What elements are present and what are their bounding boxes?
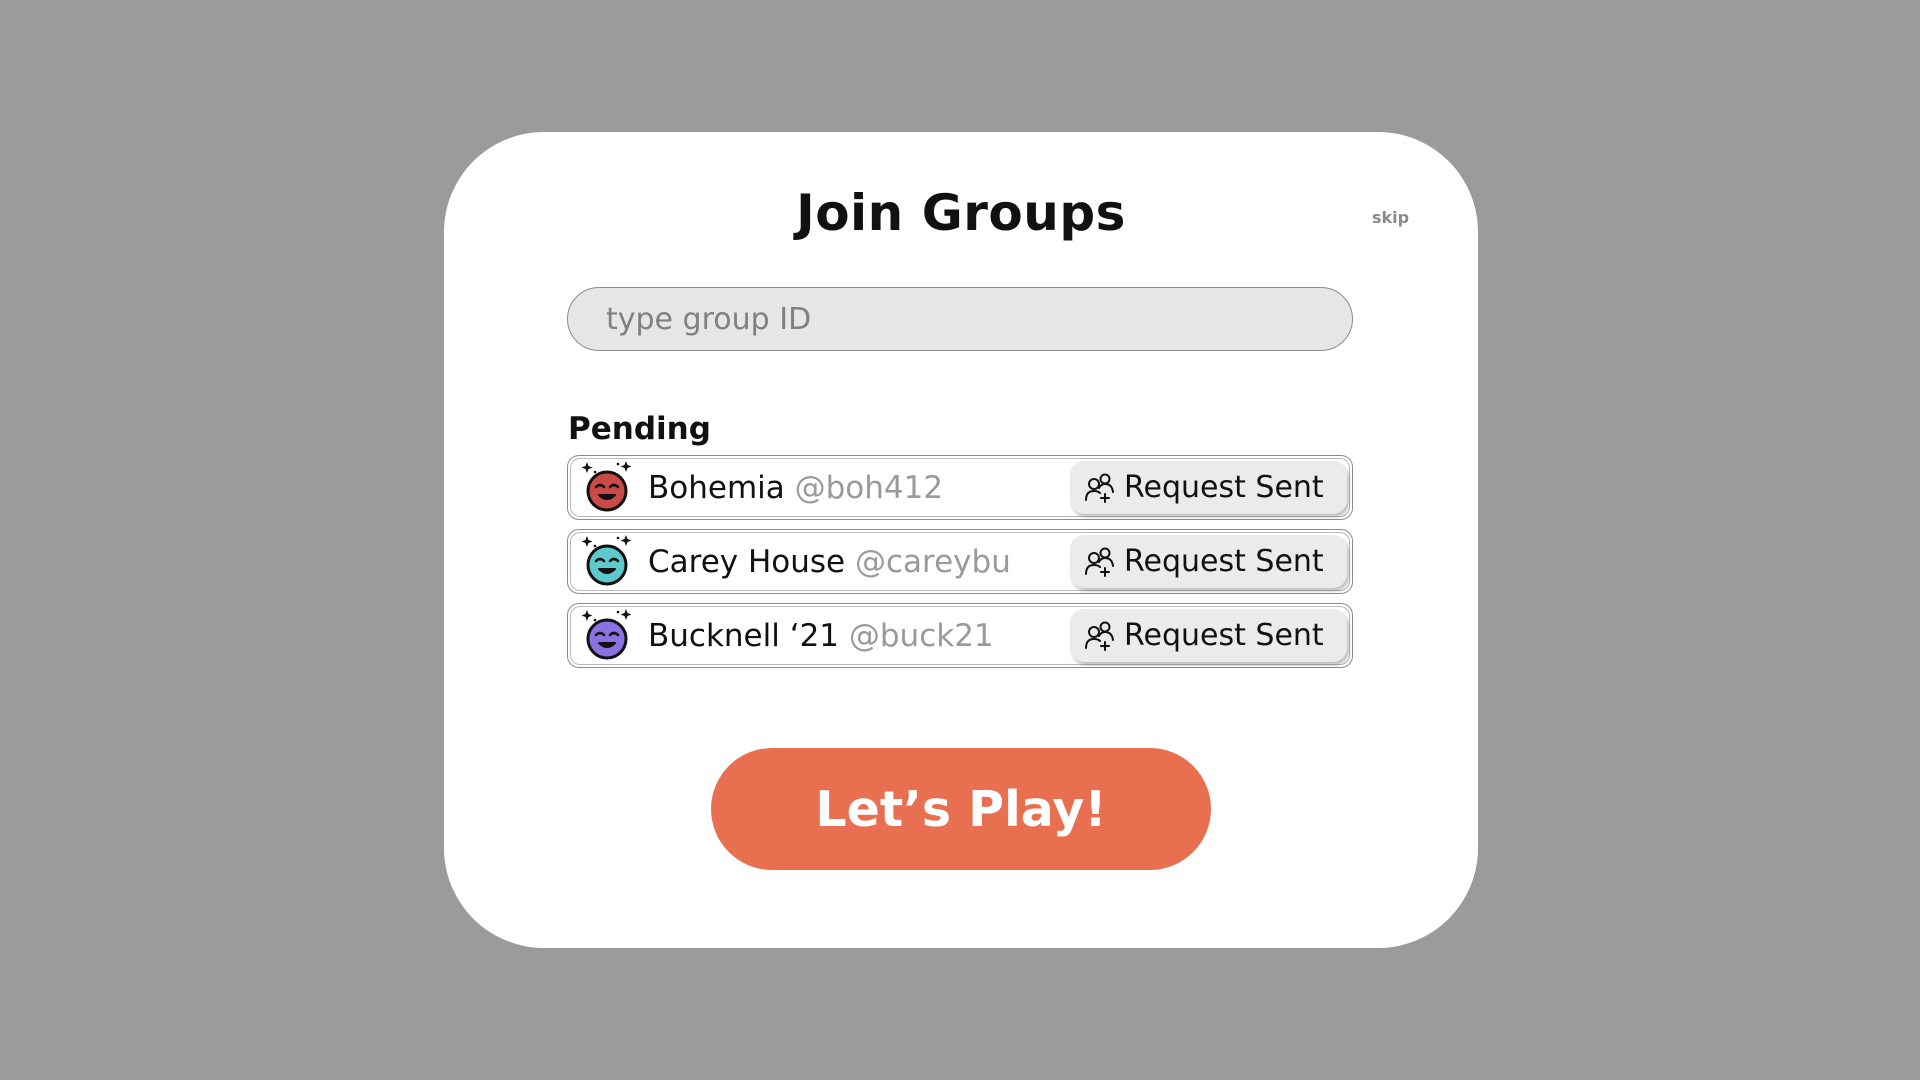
list-item: Bohemia @boh412 Request Sent	[567, 455, 1353, 520]
sparkle-smiley-icon	[581, 609, 632, 660]
request-status-label: Request Sent	[1124, 544, 1324, 579]
pending-heading: Pending	[568, 411, 711, 447]
group-handle: @boh412	[794, 470, 944, 506]
lets-play-button[interactable]: Let’s Play!	[711, 748, 1211, 870]
group-name: Bucknell ‘21	[648, 618, 840, 654]
add-user-icon	[1085, 473, 1114, 503]
pending-list: Bohemia @boh412 Request Sent Carey House…	[567, 455, 1353, 677]
request-status-label: Request Sent	[1124, 470, 1324, 505]
request-sent-button[interactable]: Request Sent	[1070, 461, 1347, 514]
skip-link[interactable]: skip	[1372, 208, 1409, 227]
request-sent-button[interactable]: Request Sent	[1070, 609, 1347, 662]
request-sent-button[interactable]: Request Sent	[1070, 535, 1347, 588]
join-groups-modal: Join Groups skip Pending Bohemia @boh412	[444, 132, 1478, 948]
request-status-label: Request Sent	[1124, 618, 1324, 653]
page-title: Join Groups	[796, 184, 1126, 242]
list-item: Carey House @careybu Request Sent	[567, 529, 1353, 594]
list-item: Bucknell ‘21 @buck21 Request Sent	[567, 603, 1353, 668]
add-user-icon	[1085, 621, 1114, 651]
group-name: Carey House	[648, 544, 846, 580]
group-id-input[interactable]	[567, 287, 1353, 351]
group-name: Bohemia	[648, 470, 785, 506]
sparkle-smiley-icon	[581, 461, 632, 512]
group-handle: @careybu	[855, 544, 1011, 580]
group-handle: @buck21	[848, 618, 994, 654]
add-user-icon	[1085, 547, 1114, 577]
sparkle-smiley-icon	[581, 535, 632, 586]
